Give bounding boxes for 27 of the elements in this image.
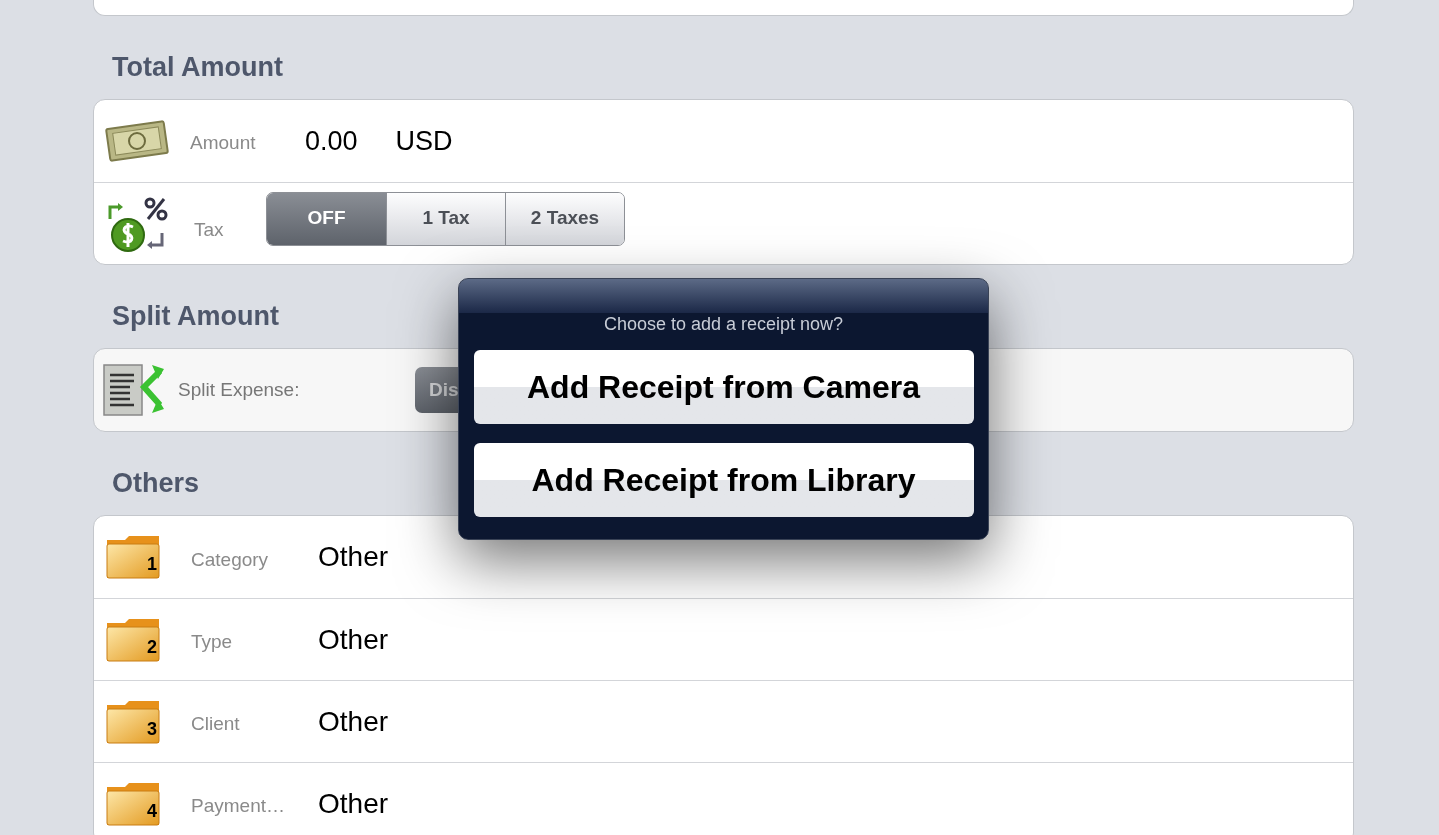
folder-number: 4 [147,799,157,823]
folder-number: 3 [147,717,157,741]
field-label: Category [191,547,270,572]
field-value: Other [318,704,389,739]
field-value: Other [318,540,389,574]
section-header: Split Amount [112,300,279,332]
section-header: Others [112,467,200,499]
field-label: Tax [194,218,225,243]
currency-label: USD [395,124,453,158]
folder-number: 1 [147,553,157,576]
field-label: Client [191,712,241,737]
document-with-arrows-icon [100,361,166,419]
section-header: Total Amount [112,51,283,83]
field-label: Split Expense: [178,377,301,402]
segment-button[interactable]: 1 Tax [386,192,505,245]
popover-title: Choose to add a receipt now? [603,313,844,336]
field-value: Other [318,786,389,821]
receipt-option-button[interactable]: Add Receipt from Camera [473,350,974,424]
segment-button[interactable]: 2 Taxes [505,192,624,245]
field-value: Other [318,622,389,657]
amount-value: 0.00 [305,124,358,158]
segment-button[interactable]: OFF [267,192,386,245]
folder-number: 2 [147,635,157,659]
field-label: Type [191,630,234,655]
field-label: Amount [190,130,257,155]
field-label: Payment… [191,794,286,819]
receipt-option-button[interactable]: Add Receipt from Library [473,443,974,517]
